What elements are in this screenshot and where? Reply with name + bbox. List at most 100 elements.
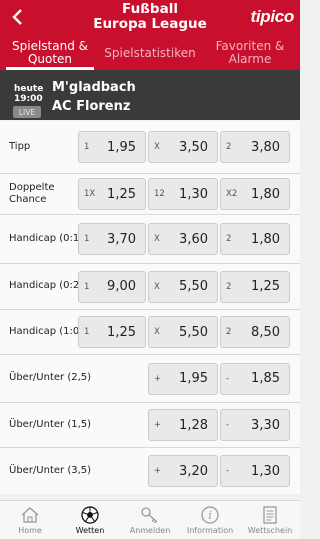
odd-value: 5,50 <box>179 279 208 294</box>
live-badge: LIVE <box>13 106 41 118</box>
odd-key: 2 <box>226 281 232 292</box>
odd-key: 2 <box>226 327 232 337</box>
odd-value: 8,50 <box>251 324 280 340</box>
tab-label: Spielstand & <box>12 39 88 53</box>
odd-button[interactable]: 2 8,50 <box>220 316 290 348</box>
odd-button[interactable]: X 3,60 <box>148 223 218 255</box>
odd-value: 1,30 <box>251 463 280 479</box>
match-time: heute 19:00 <box>14 84 43 104</box>
odd-button[interactable]: X 5,50 <box>148 270 218 303</box>
odd-key: - <box>226 420 230 430</box>
tab-statistics[interactable]: Spielstatistiken <box>100 36 200 70</box>
odd-button[interactable]: 2 1,80 <box>220 223 290 255</box>
bet-label: Handicap (0:1) <box>9 233 84 244</box>
odd-value: 1,25 <box>251 279 280 294</box>
betslip-icon <box>263 506 277 524</box>
odd-key: X <box>154 234 160 244</box>
odd-value: 5,50 <box>179 324 208 340</box>
odd-value: 3,60 <box>179 231 208 247</box>
odd-button[interactable]: 2 3,80 <box>220 131 290 163</box>
odd-key: 1 <box>84 327 90 337</box>
odd-button[interactable]: 1 1,95 <box>78 131 146 163</box>
odd-key: X <box>154 327 160 337</box>
odd-button[interactable]: 1 1,25 <box>78 316 146 348</box>
odd-value: 1,80 <box>251 231 280 247</box>
odd-button[interactable]: X 3,50 <box>148 131 218 163</box>
info-icon: i <box>201 506 219 524</box>
odd-button[interactable]: X2 1,80 <box>220 178 290 210</box>
away-team: AC Florenz <box>52 99 131 114</box>
back-button[interactable] <box>6 4 28 30</box>
odd-value: 9,00 <box>107 279 136 294</box>
nav-home[interactable]: Home <box>0 501 60 539</box>
odd-key: X <box>154 281 160 292</box>
header-bar: Fußball Europa League tipico <box>0 0 300 36</box>
odd-key: + <box>154 373 162 384</box>
odd-key: 1X <box>84 189 96 199</box>
bottom-nav: Home Wetten Anmelden i Information Wetts… <box>0 500 300 539</box>
odd-value: 1,25 <box>107 186 136 202</box>
odd-button[interactable]: - 1,85 <box>220 362 290 395</box>
bet-label-line: Chance <box>9 194 47 205</box>
odd-button[interactable]: X 5,50 <box>148 316 218 348</box>
nav-wetten[interactable]: Wetten <box>60 501 120 539</box>
nav-anmelden[interactable]: Anmelden <box>120 501 180 539</box>
bet-row-over-under-2-5: Über/Unter (2,5) +1,95 - 1,85 <box>0 355 300 402</box>
bet-row-double-chance: Doppelte Chance 1X 1,25 12 1,30 X2 1,80 <box>0 174 300 214</box>
odd-key: 2 <box>226 142 232 152</box>
odd-button[interactable]: - 1,30 <box>220 455 290 487</box>
tab-favorites-alarms[interactable]: Favoriten & Alarme <box>200 36 300 70</box>
odd-button[interactable]: 2 1,25 <box>220 270 290 303</box>
odd-button[interactable]: 1 3,70 <box>78 223 146 255</box>
key-icon <box>141 507 158 524</box>
odd-key: + <box>154 466 162 476</box>
tab-score-odds[interactable]: Spielstand & Quoten <box>0 36 100 70</box>
odd-button[interactable]: 1X 1,25 <box>78 178 146 210</box>
odd-button[interactable]: +1,28 <box>148 409 218 441</box>
odd-key: 1 <box>84 142 90 152</box>
odd-value: 1,80 <box>251 186 280 202</box>
page-title: Fußball Europa League <box>60 2 240 32</box>
nav-label: Wetten <box>75 526 105 535</box>
football-icon <box>81 506 99 524</box>
odd-value: 3,80 <box>251 139 280 155</box>
odd-button[interactable]: +1,95 <box>148 362 218 395</box>
bet-row-over-under-3-5: Über/Unter (3,5) +3,20 - 1,30 <box>0 448 300 494</box>
bet-label: Tipp <box>9 141 31 152</box>
odd-value: 1,85 <box>251 371 280 386</box>
odd-key: + <box>154 420 162 430</box>
nav-label: Home <box>18 526 42 535</box>
odd-button[interactable]: 1 9,00 <box>78 270 146 303</box>
odd-key: - <box>226 466 230 476</box>
app: Fußball Europa League tipico Spielstand … <box>0 0 300 539</box>
odd-button[interactable]: 12 1,30 <box>148 178 218 210</box>
odd-value: 1,95 <box>179 371 208 386</box>
odd-key: X2 <box>226 189 238 199</box>
match-header: heute 19:00 LIVE M'gladbach AC Florenz <box>0 70 300 120</box>
nav-label: Anmelden <box>129 526 171 535</box>
odd-value: 3,20 <box>179 463 208 479</box>
bet-row-handicap-0-1: Handicap (0:1) 1 3,70 X 3,60 2 1,80 <box>0 215 300 263</box>
chevron-left-icon <box>12 9 22 25</box>
bet-label: Handicap (1:0) <box>9 326 84 337</box>
tab-label: Spielstatistiken <box>104 45 196 60</box>
odd-value: 1,28 <box>179 417 208 433</box>
nav-information[interactable]: i Information <box>180 501 240 539</box>
svg-text:i: i <box>208 509 212 522</box>
odd-button[interactable]: - 3,30 <box>220 409 290 441</box>
match-day: heute <box>14 84 44 94</box>
odd-key: 1 <box>84 234 90 244</box>
odd-value: 1,95 <box>107 139 136 155</box>
odd-value: 3,70 <box>107 231 136 247</box>
brand-logo: tipico <box>250 7 294 26</box>
odd-button[interactable]: +3,20 <box>148 455 218 487</box>
odd-value: 3,30 <box>251 417 280 433</box>
nav-label: Information <box>186 526 234 535</box>
odd-key: X <box>154 142 160 152</box>
tab-bar: Spielstand & Quoten Spielstatistiken Favo… <box>0 36 300 70</box>
bet-label: Über/Unter (2,5) <box>9 372 92 383</box>
nav-wettschein[interactable]: Wettschein <box>240 501 300 539</box>
nav-label: Wettschein <box>247 526 293 535</box>
bet-label: Doppelte Chance <box>9 182 55 206</box>
odd-value: 3,50 <box>179 139 208 155</box>
